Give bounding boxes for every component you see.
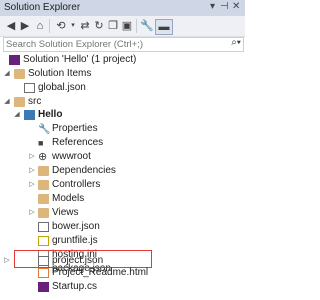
tree-item-label: Startup.cs xyxy=(52,281,98,292)
home-icon[interactable]: ⌂ xyxy=(33,19,47,33)
tree-item-label: Hello xyxy=(38,109,63,120)
tree-item-label: Models xyxy=(52,193,85,204)
tree-item-solution[interactable]: Solution 'Hello' (1 project) xyxy=(0,53,245,67)
collapsed-chevron-icon[interactable]: ▷ xyxy=(28,208,36,218)
tree-item-startup[interactable]: Startup.cs xyxy=(0,280,245,294)
dropdown-icon[interactable]: ▾ xyxy=(210,1,215,12)
solution-folder-icon xyxy=(14,69,25,79)
dependencies-icon xyxy=(38,166,49,176)
tree-item-label: Properties xyxy=(52,123,98,134)
toolbar-separator xyxy=(136,19,137,33)
folder-icon xyxy=(14,97,25,107)
properties-wrench-icon[interactable]: 🔧 xyxy=(140,19,154,33)
tree-item-label: wwwroot xyxy=(52,151,91,162)
title-bar: Solution Explorer ▾ ⊣ ✕ xyxy=(0,0,245,16)
expanded-chevron-icon[interactable]: ◢ xyxy=(3,97,11,107)
collapsed-chevron-icon[interactable]: ▷ xyxy=(3,256,11,266)
tree-item-label: Solution Items xyxy=(28,68,92,79)
tree-item-label: src xyxy=(28,96,42,107)
tree-item-global-json[interactable]: global.json xyxy=(0,81,245,95)
json-file-icon xyxy=(38,222,49,232)
copy-icon[interactable]: ❐ xyxy=(106,19,120,33)
html-file-icon xyxy=(38,268,49,278)
tree-item-gruntfile[interactable]: gruntfile.js xyxy=(0,234,245,248)
tree-item-label: Dependencies xyxy=(52,165,116,176)
tree-item-label: global.json xyxy=(38,82,86,93)
tree-item-label: bower.json xyxy=(52,221,100,232)
back-icon[interactable]: ◀ xyxy=(4,19,18,33)
folder-icon xyxy=(38,180,49,190)
collapse-icon[interactable]: ▣ xyxy=(120,19,134,33)
tree-item-models[interactable]: Models xyxy=(0,192,245,206)
globe-icon: ⊕ xyxy=(38,151,48,163)
forward-icon[interactable]: ▶ xyxy=(18,19,32,33)
expanded-chevron-icon[interactable]: ◢ xyxy=(13,110,21,120)
collapsed-chevron-icon[interactable]: ▷ xyxy=(28,166,36,176)
tree-item-views[interactable]: ▷ Views xyxy=(0,206,245,220)
expanded-chevron-icon[interactable]: ◢ xyxy=(3,69,11,79)
solution-icon xyxy=(9,55,20,65)
tree-item-bower-json[interactable]: bower.json xyxy=(0,220,245,234)
references-icon: ■ xyxy=(38,138,44,148)
search-box[interactable]: ⌕▾ xyxy=(3,37,244,52)
search-input[interactable] xyxy=(6,38,216,50)
tree-item-label: gruntfile.js xyxy=(52,235,98,246)
folder-icon xyxy=(38,208,49,218)
tree-item-wwwroot[interactable]: ▷ ⊕ wwwroot xyxy=(0,150,245,164)
tree-item-label: Project_Readme.html xyxy=(52,267,149,278)
folder-icon xyxy=(38,194,49,204)
close-icon[interactable]: ✕ xyxy=(232,1,240,12)
preview-icon[interactable]: ▬ xyxy=(155,19,173,35)
tree-item-references[interactable]: ■ References xyxy=(0,136,245,150)
collapsed-chevron-icon[interactable]: ▷ xyxy=(28,180,36,190)
tree-item-label: Solution 'Hello' (1 project) xyxy=(23,54,137,65)
sync-icon[interactable]: ⇄ xyxy=(78,19,92,33)
toolbar-separator xyxy=(49,19,50,33)
wrench-icon: 🔧 xyxy=(38,124,51,135)
tree-item-properties[interactable]: 🔧 Properties xyxy=(0,122,245,136)
pin-icon[interactable]: ⊣ xyxy=(220,1,229,12)
tree-item-src[interactable]: ◢ src xyxy=(0,95,245,109)
csharp-file-icon xyxy=(38,282,49,292)
search-dropdown-icon[interactable]: ⌕▾ xyxy=(231,37,241,48)
js-file-icon xyxy=(38,236,49,246)
tree-item-label: Views xyxy=(52,207,79,218)
json-file-icon xyxy=(24,83,35,93)
tree-item-solution-items[interactable]: ◢ Solution Items xyxy=(0,67,245,81)
tree-item-controllers[interactable]: ▷ Controllers xyxy=(0,178,245,192)
refresh-icon[interactable]: ↻ xyxy=(92,19,106,33)
tree-item-label: References xyxy=(52,137,104,148)
tree-item-dependencies[interactable]: ▷ Dependencies xyxy=(0,164,245,178)
collapsed-chevron-icon[interactable]: ▷ xyxy=(28,152,36,162)
web-project-icon xyxy=(24,110,35,120)
window-title: Solution Explorer xyxy=(4,2,81,13)
tree-item-project-hello[interactable]: ◢ Hello xyxy=(0,108,245,122)
toolbar: ◀ ▶ ⌂ ⟲ ▾ ⇄ ↻ ❐ ▣ 🔧 ▬ xyxy=(0,16,245,37)
tree-item-label: Controllers xyxy=(52,179,101,190)
tree-item-project-readme[interactable]: Project_Readme.html xyxy=(0,266,245,280)
